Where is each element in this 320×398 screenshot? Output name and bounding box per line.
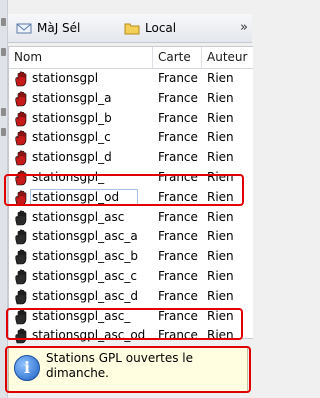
- column-header-auteur[interactable]: Auteur: [207, 50, 247, 64]
- list-row[interactable]: stationsgpl_asc_b France Rien: [9, 247, 253, 267]
- maj-sel-label: MàJ Sél: [37, 21, 81, 35]
- red-hand-icon: [14, 130, 31, 146]
- row-name: stationsgpl_asc_d: [32, 288, 138, 303]
- list-row[interactable]: stationsgpl_c France Rien: [9, 128, 253, 148]
- edge-icon: [1, 108, 6, 116]
- column-separator[interactable]: [201, 47, 202, 68]
- row-auteur: Rien: [207, 130, 234, 145]
- row-carte: France: [158, 249, 198, 264]
- row-auteur: Rien: [207, 269, 234, 283]
- row-carte: France: [158, 130, 198, 145]
- row-auteur: Rien: [207, 90, 234, 105]
- list-row[interactable]: stationsgpl France Rien: [9, 69, 253, 89]
- list-row[interactable]: stationsgpl_d France Rien: [9, 148, 253, 168]
- local-label: Local: [145, 21, 177, 35]
- row-name: stationsgpl_d: [32, 150, 112, 165]
- row-name: stationsgpl_a: [32, 90, 112, 105]
- refresh-envelope-icon: [16, 20, 32, 36]
- row-carte: France: [158, 90, 198, 105]
- row-name: stationsgpl_asc: [32, 209, 125, 224]
- local-button[interactable]: Local: [124, 19, 176, 37]
- row-name: stationsgpl_b: [32, 110, 112, 125]
- row-carte: France: [158, 269, 198, 283]
- edge-icon: [1, 128, 6, 136]
- row-auteur: Rien: [207, 209, 234, 224]
- double-chevron-right-icon[interactable]: »: [240, 20, 248, 35]
- row-name: stationsgpl: [32, 71, 99, 85]
- row-carte: France: [158, 288, 198, 303]
- red-hand-icon: [14, 150, 31, 166]
- black-hand-icon: [14, 289, 31, 305]
- maj-sel-button[interactable]: MàJ Sél: [16, 19, 80, 37]
- row-auteur: Rien: [207, 288, 234, 303]
- list-row[interactable]: stationsgpl_asc_d France Rien: [9, 287, 253, 307]
- list-header: Nom Carte Auteur: [9, 47, 253, 69]
- list-row[interactable]: stationsgpl_asc France Rien: [9, 208, 253, 228]
- list-row[interactable]: stationsgpl_a France Rien: [9, 89, 253, 109]
- edge-icon: [1, 18, 6, 26]
- column-separator[interactable]: [152, 47, 153, 68]
- row-auteur: Rien: [207, 249, 234, 264]
- row-auteur: Rien: [207, 110, 234, 125]
- edge-icon: [1, 48, 6, 56]
- red-hand-icon: [14, 71, 31, 87]
- row-carte: France: [158, 229, 198, 244]
- list-row[interactable]: stationsgpl_asc_a France Rien: [9, 227, 253, 247]
- row-carte: France: [158, 110, 198, 125]
- row-auteur: Rien: [207, 229, 234, 244]
- row-carte: France: [158, 209, 198, 224]
- highlight-box: [6, 308, 243, 340]
- black-hand-icon: [14, 249, 31, 265]
- list-row[interactable]: stationsgpl_b France Rien: [9, 109, 253, 129]
- highlight-box: [4, 174, 244, 206]
- row-name: stationsgpl_asc_b: [32, 249, 138, 264]
- column-header-carte[interactable]: Carte: [158, 50, 191, 64]
- row-name: stationsgpl_c: [32, 130, 111, 145]
- list-row[interactable]: stationsgpl_asc_c France Rien: [9, 267, 253, 287]
- row-auteur: Rien: [207, 71, 234, 85]
- highlight-box: [5, 346, 251, 393]
- row-name: stationsgpl_asc_c: [32, 269, 137, 283]
- black-hand-icon: [14, 210, 31, 226]
- row-name: stationsgpl_asc_a: [32, 229, 138, 244]
- black-hand-icon: [14, 229, 31, 245]
- toolbar: MàJ Sél Local »: [8, 14, 252, 43]
- column-header-nom[interactable]: Nom: [14, 50, 42, 64]
- row-carte: France: [158, 150, 198, 165]
- black-hand-icon: [14, 269, 31, 285]
- folder-icon: [124, 20, 140, 36]
- red-hand-icon: [14, 91, 31, 107]
- red-hand-icon: [14, 111, 31, 127]
- row-carte: France: [158, 71, 198, 85]
- row-auteur: Rien: [207, 150, 234, 165]
